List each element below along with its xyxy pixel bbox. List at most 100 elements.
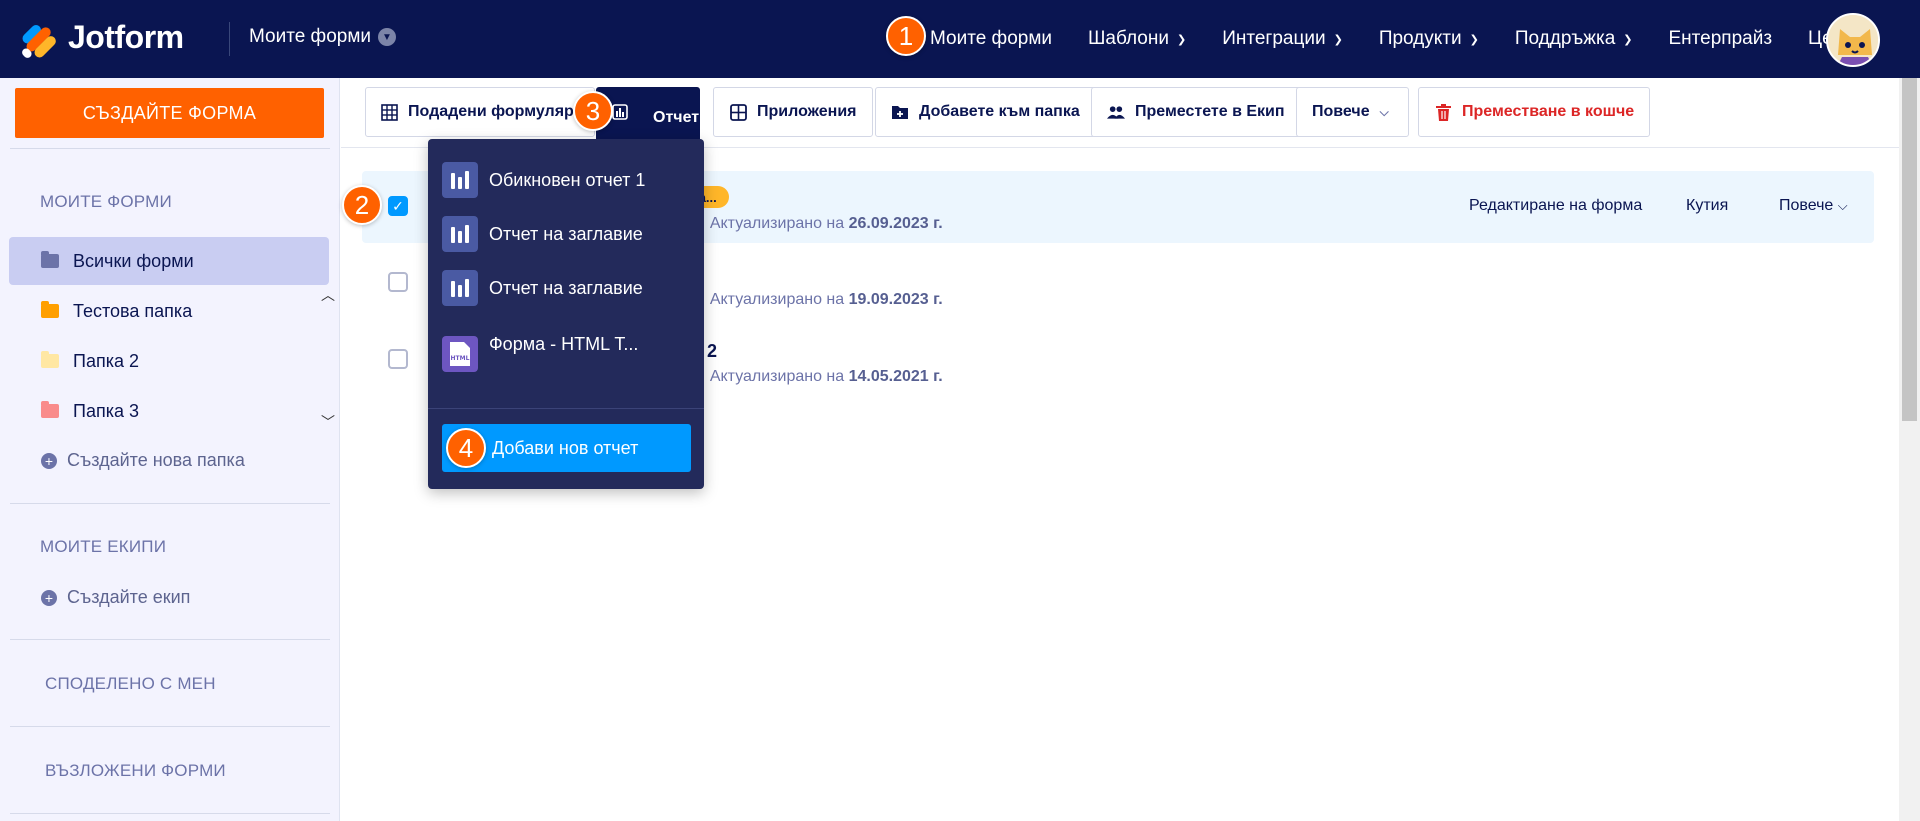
plus-icon: + bbox=[41, 589, 57, 606]
sidebar-item-label: Тестова папка bbox=[73, 300, 193, 321]
form-meta-text: и. Актуализирано на bbox=[692, 215, 845, 232]
report-item-label: Обикновен отчет 1 bbox=[489, 169, 646, 190]
nav-link-label: Шаблони bbox=[1088, 28, 1169, 49]
sidebar-item-folder-2[interactable]: Папка 2 bbox=[9, 337, 329, 385]
move-to-trash-label: Преместване в кошче bbox=[1462, 103, 1635, 120]
step-marker: 1 bbox=[886, 16, 926, 56]
trash-icon bbox=[1434, 103, 1452, 121]
bar-chart-icon bbox=[442, 216, 478, 252]
jotform-logo[interactable]: Jotform bbox=[20, 17, 184, 60]
sidebar: СЪЗДАЙТЕ ФОРМА МОИТЕ ФОРМИ Всички форми … bbox=[0, 78, 340, 821]
inbox-link[interactable]: Кутия bbox=[1686, 197, 1728, 215]
report-item-label: Форма - HTML Т... bbox=[489, 334, 639, 354]
form-updated-meta: и. Актуализирано на 26.09.2023 г. bbox=[692, 215, 943, 233]
edit-form-link[interactable]: Редактиране на форма bbox=[1469, 197, 1642, 215]
plus-icon: + bbox=[41, 452, 57, 469]
assigned-forms-link[interactable]: ВЪЗЛОЖЕНИ ФОРМИ bbox=[45, 761, 226, 781]
report-item[interactable]: Обикновен отчет 1 bbox=[442, 162, 645, 198]
sidebar-divider bbox=[10, 148, 330, 149]
folder-plus-icon bbox=[891, 103, 909, 121]
folder-icon bbox=[41, 301, 59, 318]
report-item[interactable]: Отчет на заглавие bbox=[442, 216, 643, 252]
nav-link-label: Ентерпрайз bbox=[1668, 28, 1773, 49]
user-avatar[interactable] bbox=[1826, 13, 1880, 67]
add-to-folder-button[interactable]: Добавете към папка bbox=[875, 87, 1096, 137]
sidebar-item-folder-3[interactable]: Папка 3 bbox=[9, 387, 329, 435]
move-to-trash-button[interactable]: Преместване в кошче bbox=[1418, 87, 1651, 137]
more-actions-button[interactable]: Повече ⌵ bbox=[1296, 87, 1409, 137]
sidebar-divider bbox=[10, 726, 330, 727]
move-to-team-label: Преместете в Екип bbox=[1135, 103, 1285, 120]
folder-icon bbox=[41, 351, 59, 368]
create-team-button[interactable]: + Създайте екип bbox=[41, 587, 190, 608]
sidebar-item-all-forms[interactable]: Всички форми bbox=[9, 237, 329, 285]
bar-chart-icon bbox=[442, 270, 478, 306]
report-item-label: Отчет на заглавие bbox=[489, 223, 643, 244]
my-forms-selector[interactable]: Моите форми ▼ bbox=[249, 26, 396, 48]
sidebar-item-label: Папка 3 bbox=[73, 400, 139, 421]
report-item[interactable]: HTML Форма - HTML Т... bbox=[442, 334, 639, 372]
chevron-down-icon: ❯ bbox=[1333, 33, 1343, 46]
reports-label: Отчети bbox=[653, 108, 709, 126]
move-to-team-button[interactable]: Преместете в Екип bbox=[1091, 87, 1301, 137]
form-meta-text: и. Актуализирано на bbox=[692, 291, 845, 308]
form-updated-meta: и. Актуализирано на 19.09.2023 г. bbox=[692, 291, 943, 309]
row-more-label: Повече bbox=[1779, 197, 1834, 214]
table-icon bbox=[381, 103, 398, 121]
sidebar-item-label: Всички форми bbox=[73, 250, 194, 271]
nav-link-label: Продукти bbox=[1378, 28, 1462, 49]
create-team-label: Създайте екип bbox=[67, 587, 191, 607]
page-scrollbar[interactable] bbox=[1899, 78, 1920, 821]
create-folder-button[interactable]: + Създайте нова папка bbox=[41, 450, 245, 471]
nav-link-label: Моите форми bbox=[930, 28, 1052, 49]
chevron-down-icon: ⌵ bbox=[1379, 104, 1389, 119]
submissions-button[interactable]: Подадени формуляри bbox=[365, 87, 595, 137]
shared-with-me-link[interactable]: СПОДЕЛЕНО С МЕН bbox=[45, 674, 216, 694]
form-select-checkbox[interactable] bbox=[388, 349, 408, 369]
form-meta-text: и. Актуализирано на bbox=[692, 368, 845, 385]
nav-link-products[interactable]: Продукти ❯ bbox=[1379, 28, 1479, 50]
nav-link-my-forms[interactable]: Моите форми bbox=[930, 28, 1052, 50]
nav-link-label: Интеграции bbox=[1222, 28, 1326, 49]
submissions-label: Подадени формуляри bbox=[408, 103, 584, 120]
nav-link-enterprise[interactable]: Ентерпрайз bbox=[1669, 28, 1773, 50]
my-forms-heading: МОИТЕ ФОРМИ bbox=[40, 192, 172, 211]
folder-icon bbox=[41, 251, 59, 268]
nav-link-support[interactable]: Поддръжка ❯ bbox=[1515, 28, 1633, 50]
row-more-button[interactable]: Повече ⌵ bbox=[1779, 197, 1848, 215]
form-select-checkbox[interactable]: ✓ bbox=[388, 196, 408, 216]
sidebar-scroll-up[interactable]: ︿ bbox=[320, 287, 336, 303]
team-icon bbox=[1107, 103, 1125, 121]
chevron-down-icon: ⌵ bbox=[1837, 198, 1848, 213]
form-updated-date: 14.05.2021 г. bbox=[848, 368, 943, 385]
report-item-label: Отчет на заглавие bbox=[489, 277, 643, 298]
form-updated-meta: и. Актуализирано на 14.05.2021 г. bbox=[692, 368, 943, 386]
my-forms-selector-label: Моите форми bbox=[249, 26, 371, 47]
chevron-down-icon: ❯ bbox=[1623, 33, 1633, 46]
sidebar-item-label: Папка 2 bbox=[73, 350, 139, 371]
html-file-icon: HTML bbox=[442, 336, 478, 372]
report-item[interactable]: Отчет на заглавие bbox=[442, 270, 643, 306]
sidebar-scroll-down[interactable]: ﹀ bbox=[320, 414, 336, 430]
jotform-logo-icon bbox=[20, 17, 58, 60]
apps-button[interactable]: Приложения bbox=[713, 87, 873, 137]
apps-label: Приложения bbox=[757, 103, 857, 120]
scrollbar-thumb[interactable] bbox=[1902, 78, 1917, 421]
svg-text:HTML: HTML bbox=[451, 355, 470, 362]
brand-name: Jotform bbox=[68, 18, 184, 55]
form-updated-date: 19.09.2023 г. bbox=[848, 291, 943, 308]
nav-divider bbox=[229, 22, 230, 56]
nav-link-integrations[interactable]: Интеграции ❯ bbox=[1222, 28, 1343, 50]
nav-link-label: Поддръжка bbox=[1514, 28, 1616, 49]
apps-grid-icon bbox=[729, 103, 747, 121]
sidebar-item-test-folder[interactable]: Тестова папка bbox=[9, 287, 329, 335]
create-form-button[interactable]: СЪЗДАЙТЕ ФОРМА bbox=[15, 88, 324, 138]
form-select-checkbox[interactable] bbox=[388, 272, 408, 292]
nav-link-templates[interactable]: Шаблони ❯ bbox=[1088, 28, 1186, 50]
nav-links: Моите форми Шаблони ❯ Интеграции ❯ Продукт… bbox=[930, 0, 1890, 78]
chevron-down-icon: ❯ bbox=[1469, 33, 1479, 46]
add-to-folder-label: Добавете към папка bbox=[919, 103, 1080, 120]
sidebar-divider bbox=[10, 639, 330, 640]
step-marker: 3 bbox=[573, 91, 613, 131]
more-actions-label: Повече bbox=[1312, 103, 1370, 120]
